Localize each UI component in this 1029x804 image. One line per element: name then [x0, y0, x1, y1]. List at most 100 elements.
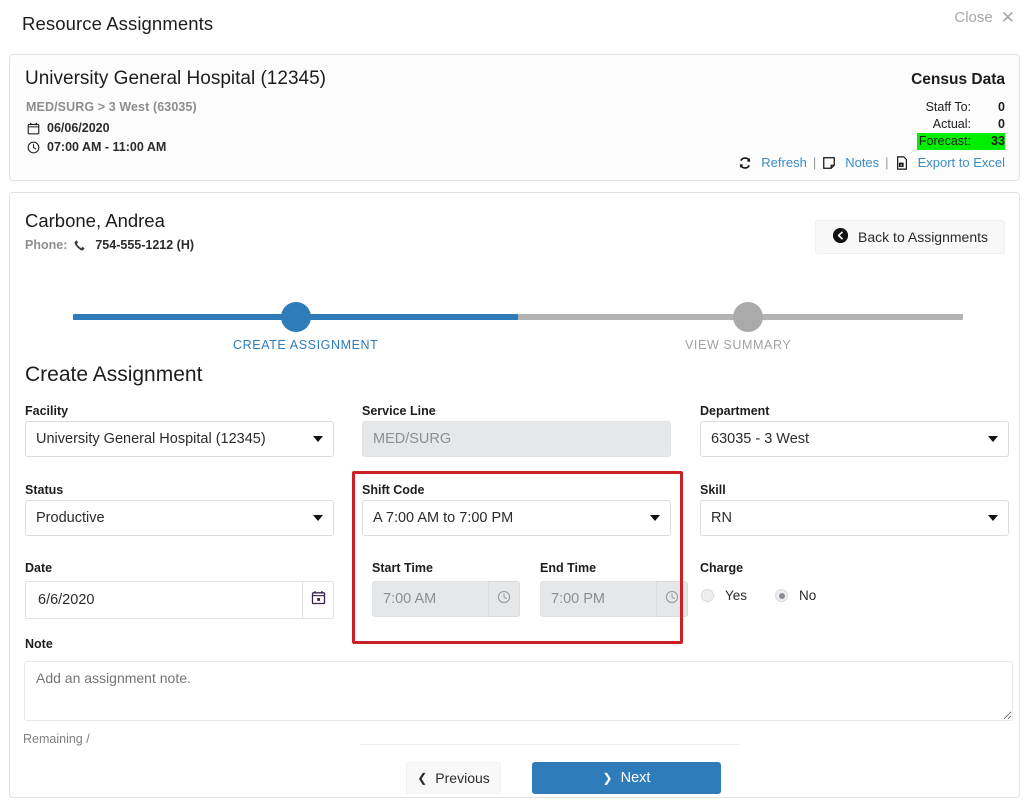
- assignment-date: 06/06/2020: [47, 121, 110, 135]
- phone-label: Phone:: [25, 238, 67, 252]
- wizard-stepper: CREATE ASSIGNMENT VIEW SUMMARY: [73, 298, 963, 358]
- census-label: Actual:: [933, 116, 971, 133]
- app-root: Resource Assignments Close ✕ University …: [0, 0, 1029, 804]
- start-time-value: 7:00 AM: [372, 581, 488, 617]
- charge-label: Charge: [700, 561, 743, 575]
- facility-select[interactable]: University General Hospital (12345): [25, 421, 334, 457]
- close-button[interactable]: Close ✕: [954, 9, 1015, 26]
- excel-icon: x: [895, 156, 909, 170]
- clock-icon: [665, 590, 679, 609]
- refresh-icon: [738, 156, 752, 170]
- department-label: Department: [700, 404, 769, 418]
- assignment-time-row: 07:00 AM - 11:00 AM: [26, 140, 166, 154]
- shift-code-value: A 7:00 AM to 7:00 PM: [373, 510, 513, 526]
- end-time-input-group: 7:00 PM: [540, 581, 688, 617]
- stepper-node-view-summary[interactable]: [733, 302, 763, 332]
- header-links: Refresh | Notes | x Export to Excel: [738, 155, 1005, 170]
- back-to-assignments-label: Back to Assignments: [858, 229, 988, 245]
- clock-icon: [497, 590, 511, 609]
- chevron-down-icon: [313, 515, 323, 521]
- census-row: Actual: 0: [917, 116, 1005, 133]
- chevron-left-icon: ❮: [417, 772, 427, 784]
- link-separator: |: [813, 155, 816, 170]
- census-value: 0: [971, 99, 1005, 116]
- previous-label: Previous: [435, 770, 489, 786]
- census-label: Forecast:: [919, 133, 971, 150]
- back-to-assignments-button[interactable]: Back to Assignments: [815, 220, 1005, 254]
- next-label: Next: [621, 770, 651, 786]
- footer-divider: [360, 744, 740, 745]
- note-remaining-counter: Remaining /: [23, 732, 90, 746]
- date-label: Date: [25, 561, 52, 575]
- clock-icon: [26, 140, 40, 154]
- window-topbar: Resource Assignments Close ✕: [0, 0, 1029, 48]
- close-icon: ✕: [1001, 9, 1015, 26]
- date-input-group[interactable]: 6/6/2020: [25, 581, 334, 619]
- service-line-field: MED/SURG: [362, 421, 671, 457]
- stepper-node-create-assignment[interactable]: [281, 302, 311, 332]
- chevron-down-icon: [313, 436, 323, 442]
- assignment-header-card: University General Hospital (12345) MED/…: [9, 54, 1020, 181]
- census-title: Census Data: [911, 71, 1005, 89]
- calendar-icon: [311, 590, 326, 610]
- status-value: Productive: [36, 510, 105, 526]
- calendar-picker-button[interactable]: [302, 581, 334, 619]
- link-separator: |: [885, 155, 888, 170]
- radio-dot: [779, 593, 785, 599]
- start-time-input-group: 7:00 AM: [372, 581, 520, 617]
- close-label: Close: [954, 9, 992, 26]
- department-value: 63035 - 3 West: [711, 431, 809, 447]
- notes-link[interactable]: Notes: [845, 155, 879, 170]
- breadcrumb: MED/SURG > 3 West (63035): [26, 100, 197, 114]
- start-time-label: Start Time: [372, 561, 433, 575]
- arrow-left-circle-icon: [832, 227, 849, 247]
- start-time-picker-button: [488, 581, 520, 617]
- resource-name: Carbone, Andrea: [25, 210, 165, 232]
- note-input[interactable]: [24, 661, 1013, 721]
- skill-label: Skill: [700, 483, 726, 497]
- charge-no-radio[interactable]: [775, 589, 788, 602]
- charge-yes-label: Yes: [725, 588, 747, 603]
- facility-name: University General Hospital (12345): [25, 68, 326, 90]
- stepper-label-view-summary: VIEW SUMMARY: [685, 338, 791, 352]
- notes-icon: [822, 156, 836, 170]
- census-data: Staff To: 0 Actual: 0 Forecast: 33: [917, 99, 1005, 150]
- note-label: Note: [25, 637, 53, 651]
- page-title: Resource Assignments: [22, 13, 213, 35]
- charge-no-label: No: [799, 588, 816, 603]
- refresh-link[interactable]: Refresh: [761, 155, 807, 170]
- calendar-icon: [26, 121, 40, 135]
- shift-code-select[interactable]: A 7:00 AM to 7:00 PM: [362, 500, 671, 536]
- chevron-right-icon: ❯: [603, 772, 613, 784]
- status-label: Status: [25, 483, 63, 497]
- skill-value: RN: [711, 510, 732, 526]
- phone-number: 754-555-1212 (H): [95, 238, 194, 252]
- census-value: 0: [971, 116, 1005, 133]
- end-time-label: End Time: [540, 561, 596, 575]
- chevron-down-icon: [650, 515, 660, 521]
- census-label: Staff To:: [926, 99, 971, 116]
- resource-phone-row: Phone: 754-555-1212 (H): [25, 238, 194, 252]
- end-time-value: 7:00 PM: [540, 581, 656, 617]
- assignment-date-row: 06/06/2020: [26, 121, 110, 135]
- facility-value: University General Hospital (12345): [36, 431, 266, 447]
- chevron-down-icon: [988, 515, 998, 521]
- service-line-label: Service Line: [362, 404, 436, 418]
- service-line-value: MED/SURG: [373, 431, 451, 447]
- census-value: 33: [971, 133, 1005, 150]
- next-button[interactable]: ❯ Next: [532, 762, 721, 794]
- previous-button[interactable]: ❮ Previous: [406, 762, 501, 794]
- charge-yes-radio[interactable]: [701, 589, 714, 602]
- skill-select[interactable]: RN: [700, 500, 1009, 536]
- status-select[interactable]: Productive: [25, 500, 334, 536]
- department-select[interactable]: 63035 - 3 West: [700, 421, 1009, 457]
- export-to-excel-link[interactable]: Export to Excel: [918, 155, 1005, 170]
- chevron-down-icon: [988, 436, 998, 442]
- shift-code-label: Shift Code: [362, 483, 425, 497]
- form-title: Create Assignment: [25, 363, 202, 387]
- census-row-forecast: Forecast: 33: [917, 133, 1005, 150]
- date-value[interactable]: 6/6/2020: [25, 581, 302, 619]
- end-time-picker-button: [656, 581, 688, 617]
- charge-radio-group: Yes No: [701, 588, 844, 603]
- census-row: Staff To: 0: [917, 99, 1005, 116]
